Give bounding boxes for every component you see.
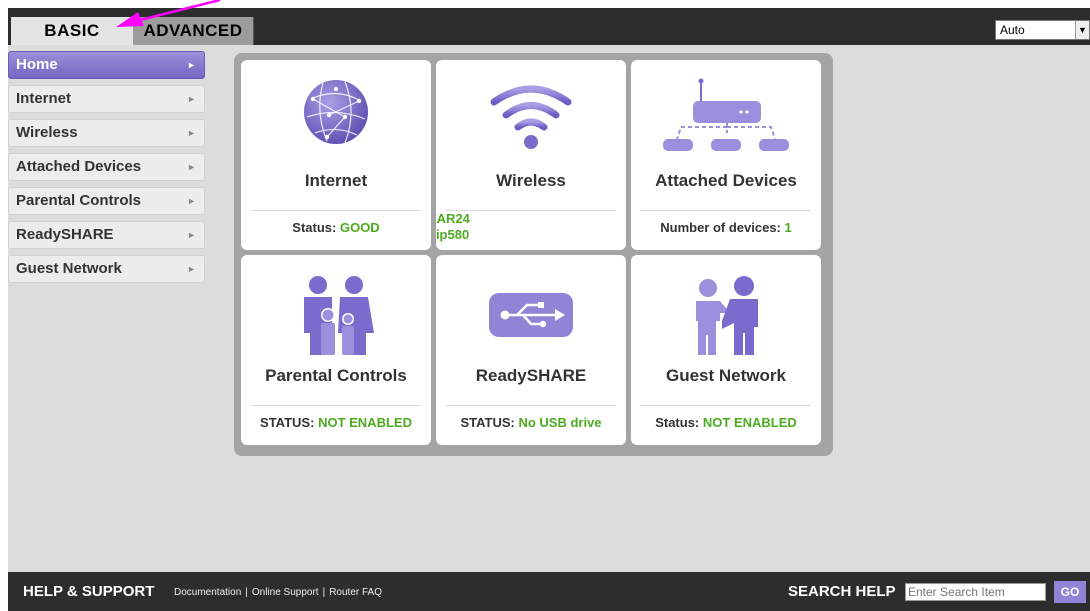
tile-title: Attached Devices xyxy=(655,171,797,190)
dashboard-panel: Internet Status: GOOD Wireless AR24 ip58… xyxy=(234,53,833,456)
link-separator: | xyxy=(245,587,248,598)
sidebar-item-label: Internet xyxy=(16,90,72,107)
tile-title: ReadySHARE xyxy=(475,366,587,385)
router-admin-page: BASIC ADVANCED Auto ▼ Home ► Internet ► … xyxy=(8,8,1090,611)
language-select[interactable]: Auto ▼ xyxy=(995,20,1090,40)
tile-internet[interactable]: Internet Status: GOOD xyxy=(241,60,431,250)
online-support-link[interactable]: Online Support xyxy=(252,587,319,598)
internet-status: Status: GOOD xyxy=(241,220,431,235)
chevron-down-icon: ▼ xyxy=(1075,21,1089,39)
chevron-right-icon: ► xyxy=(187,230,196,240)
guest-network-status: Status: NOT ENABLED xyxy=(631,415,821,430)
tile-readyshare[interactable]: ReadySHARE STATUS: No USB drive xyxy=(436,255,626,445)
chevron-right-icon: ► xyxy=(187,162,196,172)
sidebar-nav: Home ► Internet ► Wireless ► Attached De… xyxy=(8,51,205,289)
globe-icon xyxy=(304,80,368,144)
tile-title: Wireless xyxy=(496,171,566,190)
sidebar-item-label: Guest Network xyxy=(16,260,122,277)
status-value: NOT ENABLED xyxy=(702,415,797,430)
ssid-5ghz: hip580 xyxy=(436,227,470,242)
language-select-value: Auto xyxy=(1000,23,1025,37)
status-label: Number of devices: xyxy=(660,220,781,235)
chevron-right-icon: ► xyxy=(187,196,196,206)
support-links: Documentation | Online Support | Router FAQ xyxy=(174,587,382,598)
tile-attached-devices[interactable]: Attached Devices Number of devices: 1 xyxy=(631,60,821,250)
divider xyxy=(251,405,421,406)
tile-title: Internet xyxy=(304,171,368,190)
status-value: No USB drive xyxy=(518,415,602,430)
tile-wireless[interactable]: Wireless EAR24 hip580 xyxy=(436,60,626,250)
chevron-right-icon: ► xyxy=(187,128,196,138)
wifi-icon xyxy=(490,85,572,149)
divider xyxy=(641,210,811,211)
family-icon xyxy=(304,276,374,355)
router-faq-link[interactable]: Router FAQ xyxy=(329,587,382,598)
sidebar-item-label: Wireless xyxy=(16,124,78,141)
usb-icon xyxy=(489,293,573,337)
search-help-input[interactable] xyxy=(905,583,1046,601)
tile-title: Guest Network xyxy=(666,366,786,385)
divider xyxy=(251,210,421,211)
status-label: STATUS: xyxy=(460,415,515,430)
chevron-right-icon: ► xyxy=(187,60,196,70)
sidebar-item-parental-controls[interactable]: Parental Controls ► xyxy=(8,187,205,215)
sidebar-item-guest-network[interactable]: Guest Network ► xyxy=(8,255,205,283)
tile-parental-controls[interactable]: Parental Controls STATUS: NOT ENABLED xyxy=(241,255,431,445)
status-value: NOT ENABLED xyxy=(318,415,412,430)
chevron-right-icon: ► xyxy=(187,94,196,104)
tile-title: Parental Controls xyxy=(265,366,407,385)
status-value: 1 xyxy=(784,220,792,235)
sidebar-item-label: Home xyxy=(16,56,58,73)
divider xyxy=(641,405,811,406)
sidebar-item-wireless[interactable]: Wireless ► xyxy=(8,119,205,147)
status-label: Status: xyxy=(292,220,337,235)
sidebar-item-label: Parental Controls xyxy=(16,192,142,209)
sidebar-item-readyshare[interactable]: ReadySHARE ► xyxy=(8,221,205,249)
attached-devices-count: Number of devices: 1 xyxy=(631,220,821,235)
status-value: GOOD xyxy=(339,220,380,235)
ssid-2ghz: EAR24 xyxy=(436,211,470,226)
ssid-list: EAR24 hip580 xyxy=(436,211,626,243)
parental-controls-status: STATUS: NOT ENABLED xyxy=(241,415,431,430)
sidebar-item-label: ReadySHARE xyxy=(16,226,114,243)
chevron-right-icon: ► xyxy=(187,264,196,274)
status-label: STATUS: xyxy=(260,415,315,430)
go-button[interactable]: GO xyxy=(1054,581,1086,603)
search-help-label: SEARCH HELP xyxy=(788,583,896,600)
handshake-icon xyxy=(696,276,758,355)
sidebar-item-internet[interactable]: Internet ► xyxy=(8,85,205,113)
documentation-link[interactable]: Documentation xyxy=(174,587,241,598)
help-support-title: HELP & SUPPORT xyxy=(23,583,155,600)
status-label: Status: xyxy=(655,415,700,430)
network-devices-icon xyxy=(663,78,789,151)
sidebar-item-attached-devices[interactable]: Attached Devices ► xyxy=(8,153,205,181)
annotation-arrow-icon xyxy=(116,0,221,27)
readyshare-status: STATUS: No USB drive xyxy=(436,415,626,430)
sidebar-item-label: Attached Devices xyxy=(16,158,142,175)
link-separator: | xyxy=(322,587,326,598)
help-support-bar: HELP & SUPPORT Documentation | Online Supp… xyxy=(8,572,1090,611)
sidebar-item-home[interactable]: Home ► xyxy=(8,51,205,79)
tile-guest-network[interactable]: Guest Network Status: NOT ENABLED xyxy=(631,255,821,445)
divider xyxy=(446,405,616,406)
